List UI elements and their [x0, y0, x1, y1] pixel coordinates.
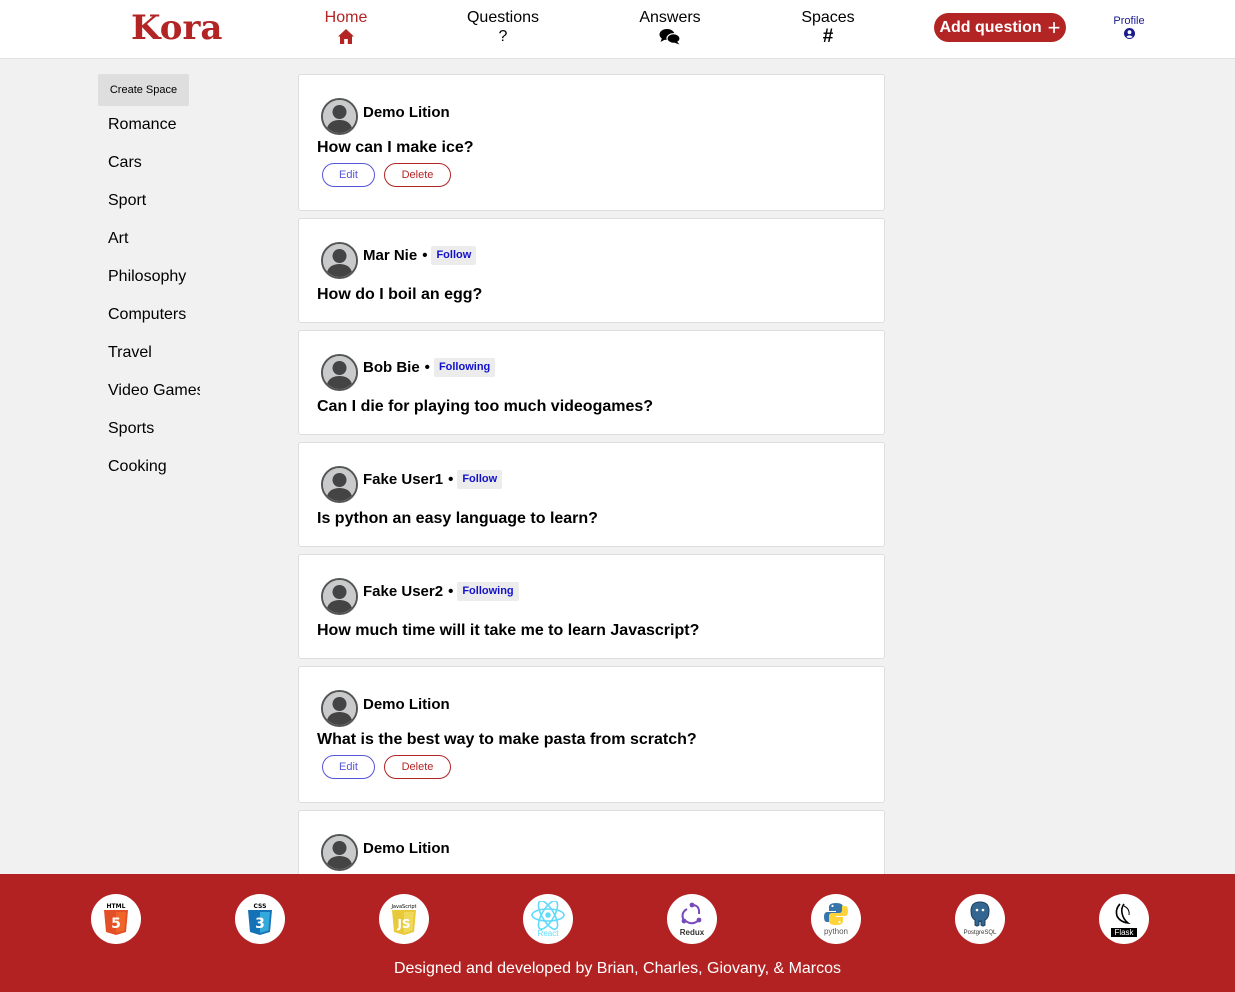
svg-text:JavaScript: JavaScript [390, 904, 416, 910]
question-card: Demo Lition [298, 810, 885, 880]
profile-link[interactable]: Profile [1106, 15, 1152, 39]
separator-dot: • [424, 359, 430, 376]
space-item-sports[interactable]: Sports [108, 420, 200, 458]
question-title[interactable]: Can I die for playing too much videogame… [317, 398, 653, 416]
space-item-cars[interactable]: Cars [108, 154, 200, 192]
credits-text: Designed and developed by Brian, Charles… [393, 960, 842, 977]
question-title[interactable]: Is python an easy language to learn? [317, 510, 598, 528]
footer: HTML 5 CSS 3 JavaScript JS React Redux pyth… [0, 874, 1235, 992]
separator-dot: • [422, 247, 428, 264]
following-button[interactable]: Following [433, 358, 496, 377]
edit-button[interactable]: Edit [322, 755, 375, 779]
nav-spaces-label: Spaces [801, 9, 855, 26]
author-name[interactable]: Demo Lition [363, 840, 450, 857]
following-button[interactable]: Following [457, 582, 519, 601]
flask-caption: Flask [1111, 928, 1137, 937]
author-name[interactable]: Fake User2 [363, 583, 443, 600]
flask-icon[interactable]: Flask [1099, 894, 1149, 944]
space-item-philosophy[interactable]: Philosophy [108, 268, 200, 306]
space-item-romance[interactable]: Romance [108, 116, 200, 154]
profile-label: Profile [1113, 15, 1145, 27]
react-caption: React [537, 928, 559, 938]
delete-button[interactable]: Delete [384, 163, 451, 187]
svg-text:JS: JS [396, 917, 410, 931]
nav-questions[interactable]: Questions ? [461, 9, 545, 48]
plus-icon: + [1047, 14, 1061, 40]
avatar[interactable] [321, 354, 358, 391]
comments-icon [633, 28, 707, 48]
svg-text:HTML: HTML [107, 903, 126, 910]
top-navbar: Kora Home Questions ? Answers Spaces # A… [0, 0, 1235, 59]
svg-text:3: 3 [255, 916, 265, 932]
author-name[interactable]: Bob Bie [363, 359, 420, 376]
user-circle-icon [1123, 28, 1135, 39]
space-item-computers[interactable]: Computers [108, 306, 200, 344]
author-name[interactable]: Demo Lition [363, 104, 450, 121]
question-mark-icon: ? [498, 28, 508, 45]
space-item-video-games[interactable]: Video Games [108, 382, 200, 420]
question-card: Mar Nie • Follow How do I boil an egg? [298, 218, 885, 323]
nav-answers[interactable]: Answers [633, 9, 707, 48]
redux-icon[interactable]: Redux [667, 894, 717, 944]
python-caption: python [823, 927, 849, 936]
question-title[interactable]: How do I boil an egg? [317, 286, 482, 304]
space-item-sport[interactable]: Sport [108, 192, 200, 230]
question-title[interactable]: How can I make ice? [317, 139, 474, 157]
spaces-list: Romance Cars Sport Art Philosophy Comput… [108, 116, 200, 496]
avatar[interactable] [321, 98, 358, 135]
avatar[interactable] [321, 578, 358, 615]
javascript-icon[interactable]: JavaScript JS [379, 894, 429, 944]
nav-spaces[interactable]: Spaces # [795, 9, 861, 48]
space-item-travel[interactable]: Travel [108, 344, 200, 382]
avatar[interactable] [321, 466, 358, 503]
add-question-button[interactable]: Add question + [934, 13, 1066, 42]
question-card: Fake User1 • Follow Is python an easy la… [298, 442, 885, 547]
home-icon [318, 28, 374, 48]
delete-button[interactable]: Delete [384, 755, 451, 779]
author-line: Fake User2 • Following [363, 582, 519, 601]
python-icon[interactable]: python [811, 894, 861, 944]
svg-text:5: 5 [111, 916, 121, 932]
space-item-art[interactable]: Art [108, 230, 200, 268]
author-name[interactable]: Mar Nie [363, 247, 417, 264]
author-line: Demo Lition [363, 104, 450, 121]
nav-answers-label: Answers [639, 9, 701, 26]
postgresql-icon[interactable]: PostgreSQL [955, 894, 1005, 944]
add-question-label: Add question [939, 18, 1042, 36]
nav-home[interactable]: Home [318, 9, 374, 48]
nav-questions-label: Questions [466, 9, 540, 26]
avatar[interactable] [321, 834, 358, 871]
space-item-cooking[interactable]: Cooking [108, 458, 200, 496]
svg-text:CSS: CSS [254, 903, 267, 910]
follow-button[interactable]: Follow [457, 470, 503, 489]
question-card: Demo Lition How can I make ice? Edit Del… [298, 74, 885, 211]
author-line: Mar Nie • Follow [363, 246, 477, 265]
author-name[interactable]: Fake User1 [363, 471, 443, 488]
avatar[interactable] [321, 242, 358, 279]
edit-button[interactable]: Edit [322, 163, 375, 187]
question-title[interactable]: How much time will it take me to learn J… [317, 622, 699, 640]
author-line: Fake User1 • Follow [363, 470, 503, 489]
react-icon[interactable]: React [523, 894, 573, 944]
hash-icon: # [822, 26, 834, 47]
create-space-button[interactable]: Create Space [98, 74, 189, 106]
separator-dot: • [448, 471, 454, 488]
css3-icon[interactable]: CSS 3 [235, 894, 285, 944]
kora-logo[interactable]: Kora [131, 8, 222, 48]
question-title[interactable]: What is the best way to make pasta from … [317, 731, 697, 749]
follow-button[interactable]: Follow [431, 246, 477, 265]
author-line: Demo Lition [363, 696, 450, 713]
question-card: Fake User2 • Following How much time wil… [298, 554, 885, 659]
author-line: Bob Bie • Following [363, 358, 496, 377]
postgresql-caption: PostgreSQL [963, 930, 997, 936]
question-card: Bob Bie • Following Can I die for playin… [298, 330, 885, 435]
author-line: Demo Lition [363, 840, 450, 857]
author-name[interactable]: Demo Lition [363, 696, 450, 713]
avatar[interactable] [321, 690, 358, 727]
redux-caption: Redux [679, 928, 705, 937]
html5-icon[interactable]: HTML 5 [91, 894, 141, 944]
separator-dot: • [448, 583, 454, 600]
question-card: Demo Lition What is the best way to make… [298, 666, 885, 803]
nav-home-label: Home [324, 9, 368, 26]
